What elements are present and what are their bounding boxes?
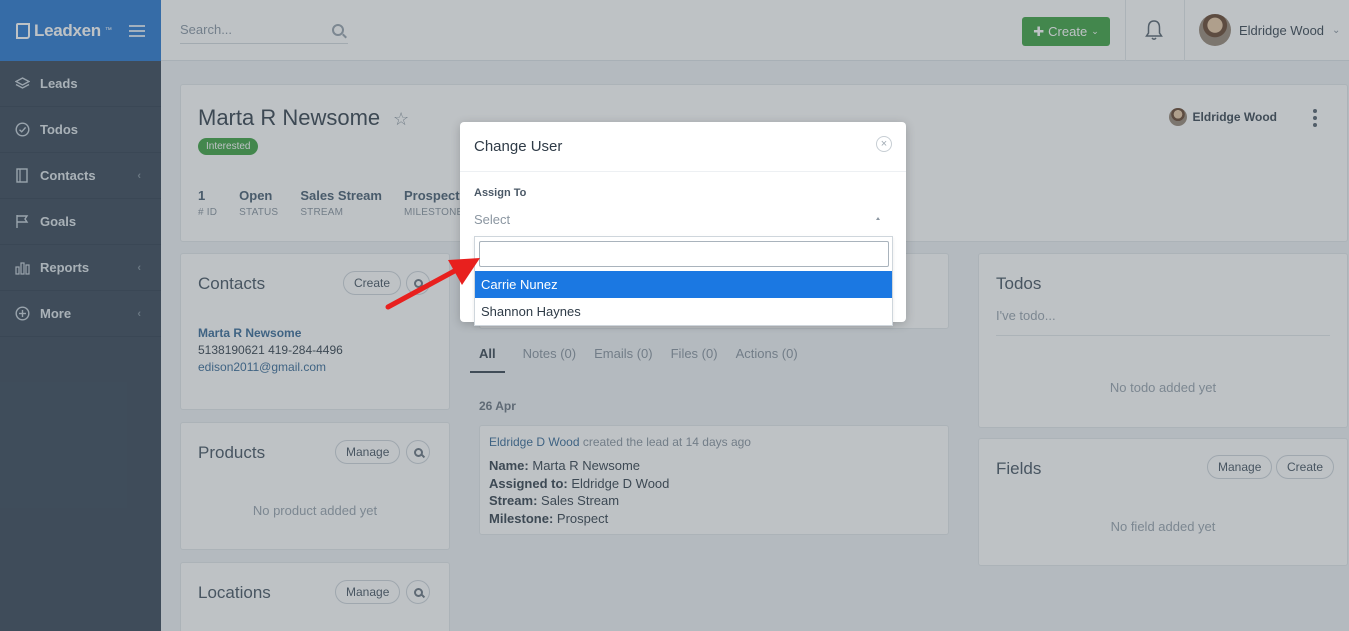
dropdown-search-input[interactable]	[479, 241, 889, 267]
caret-up-icon	[876, 217, 880, 220]
divider	[460, 171, 906, 172]
annotation-arrow	[385, 258, 480, 310]
option-carrie-nunez[interactable]: Carrie Nunez	[475, 271, 892, 298]
assign-to-label: Assign To	[474, 187, 527, 199]
assign-to-dropdown: Carrie Nunez Shannon Haynes	[474, 236, 893, 326]
modal-title: Change User	[474, 138, 563, 155]
close-icon[interactable]: ×	[876, 136, 892, 152]
assign-to-select[interactable]: Select	[474, 212, 882, 227]
option-shannon-haynes[interactable]: Shannon Haynes	[475, 298, 892, 325]
